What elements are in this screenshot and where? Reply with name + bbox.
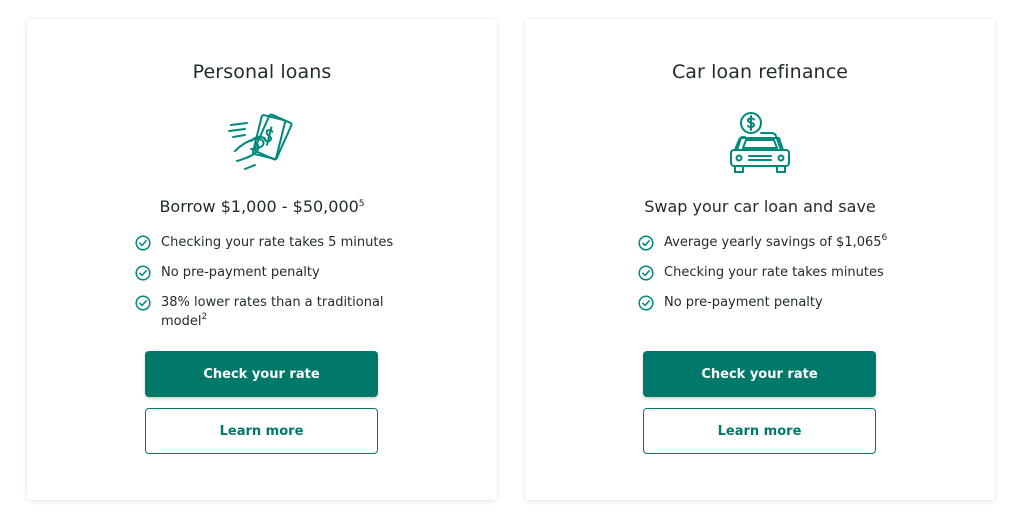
feature-label: No pre-payment penalty [161, 265, 320, 280]
feature-item: Average yearly savings of $1,0656 [638, 233, 898, 252]
feature-text: Checking your rate takes 5 minutes [161, 235, 393, 250]
card-title: Personal loans [192, 61, 332, 83]
feature-item: No pre-payment penalty [638, 293, 898, 312]
feature-item: Checking your rate takes minutes [638, 263, 898, 282]
feature-text: Checking your rate takes minutes [664, 265, 884, 280]
feature-label: Checking your rate takes 5 minutes [161, 235, 394, 250]
footnote-marker[interactable]: 2 [201, 312, 207, 322]
feature-list: Average yearly savings of $1,0656 Checki… [638, 233, 898, 323]
check-circle-icon [638, 235, 654, 251]
subtitle-text: Swap your car loan and save [644, 197, 876, 216]
card-subtitle: Borrow $1,000 - $50,0005 [27, 197, 497, 216]
card-subtitle: Swap your car loan and save [525, 197, 995, 216]
footnote-marker[interactable]: 5 [359, 199, 365, 209]
feature-label: 38% lower rates than a traditional model [161, 295, 384, 329]
feature-text: No pre-payment penalty [664, 295, 823, 310]
learn-more-button[interactable]: Learn more [145, 408, 378, 454]
feature-item: Checking your rate takes 5 minutes [135, 233, 395, 252]
footnote-marker[interactable]: 6 [882, 233, 888, 243]
check-circle-icon [135, 295, 151, 311]
feature-label: Checking your rate takes minutes [664, 265, 884, 280]
check-your-rate-button[interactable]: Check your rate [643, 351, 876, 397]
cash-in-hand-icon [228, 113, 293, 170]
feature-label: No pre-payment penalty [664, 295, 823, 310]
check-circle-icon [638, 265, 654, 281]
feature-item: No pre-payment penalty [135, 263, 395, 282]
feature-list: Checking your rate takes 5 minutes No pr… [135, 233, 395, 342]
feature-text: Average yearly savings of $1,0656 [664, 233, 888, 251]
personal-loans-card: Personal loans Borrow $1,000 - $50,0005 … [27, 19, 497, 500]
card-title: Car loan refinance [671, 61, 849, 83]
check-circle-icon [638, 295, 654, 311]
subtitle-text: Borrow $1,000 - $50,000 [159, 197, 359, 216]
feature-label: Average yearly savings of $1,065 [664, 235, 882, 250]
learn-more-button[interactable]: Learn more [643, 408, 876, 454]
car-loan-refinance-card: Car loan refinance Swap your car loan an… [525, 19, 995, 500]
feature-text: 38% lower rates than a traditional model… [161, 295, 384, 329]
feature-text: No pre-payment penalty [161, 265, 320, 280]
check-your-rate-button[interactable]: Check your rate [145, 351, 378, 397]
check-circle-icon [135, 265, 151, 281]
check-circle-icon [135, 235, 151, 251]
feature-item: 38% lower rates than a traditional model… [135, 293, 395, 331]
car-dollar-icon [730, 112, 790, 173]
